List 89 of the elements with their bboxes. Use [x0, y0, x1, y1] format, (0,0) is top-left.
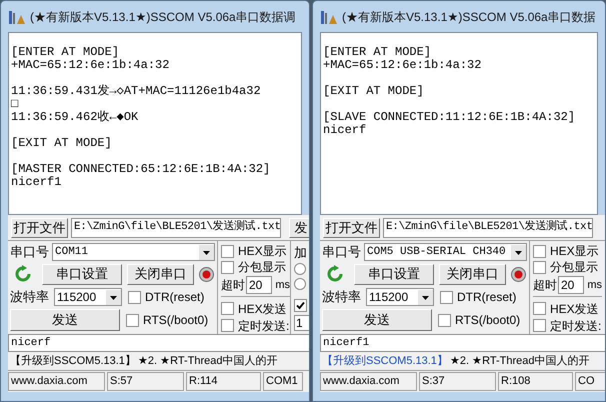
status-field: www.daxia.com	[8, 372, 105, 391]
open-file-button[interactable]: 打开文件	[323, 218, 380, 238]
timeout-field[interactable]: 20	[246, 276, 272, 294]
timeout-unit: ms	[587, 278, 602, 293]
status-field: www.daxia.com	[320, 372, 417, 391]
log-line: +MAC=65:12:6e:1b:4a:32	[11, 59, 170, 72]
upgrade-link[interactable]: 【升级到SSCOM5.13.1】	[10, 352, 136, 370]
port-label: 串口号	[10, 243, 50, 262]
log-line: [ENTER AT MODE]	[11, 46, 120, 59]
open-file-button[interactable]: 打开文件	[11, 218, 68, 238]
log-line: +MAC=65:12:6e:1b:4a:32	[323, 59, 482, 72]
app-icon	[8, 8, 26, 24]
close-port-button[interactable]: 关闭串口	[127, 264, 194, 284]
log-line: [SLAVE CONNECTED:11:12:6E:1B:4A:32]	[323, 111, 576, 124]
log-line: nicerf	[323, 124, 366, 137]
radio-button[interactable]	[294, 263, 306, 275]
file-path-field[interactable]: E:\ZminG\file\BLE5201\发送测试.txt	[71, 218, 281, 238]
port-dropdown[interactable]: COM11	[52, 243, 215, 261]
period-field[interactable]: 1	[294, 315, 309, 331]
send-button[interactable]: 发送	[10, 309, 120, 331]
group-label: 加	[294, 244, 308, 261]
checkbox-label: 定时发送:	[238, 318, 290, 334]
close-port-button[interactable]: 关闭串口	[439, 264, 506, 284]
checkbox[interactable]	[126, 314, 139, 326]
timeout-unit: ms	[275, 278, 290, 293]
news-ticker: ★2. ★RT-Thread中国人的开	[450, 354, 590, 369]
refresh-icon[interactable]	[326, 265, 344, 283]
checkbox[interactable]	[221, 244, 234, 258]
record-indicator-icon	[511, 266, 526, 282]
send-file-button[interactable]: 发	[289, 218, 309, 238]
status-field: COM1	[263, 372, 303, 391]
checkbox[interactable]	[533, 244, 546, 258]
checkbox[interactable]	[294, 299, 307, 312]
checkbox-label: HEX显示	[550, 243, 599, 260]
checkbox[interactable]	[221, 302, 234, 315]
app-icon	[320, 8, 338, 24]
port-settings-button[interactable]: 串口设置	[354, 264, 434, 284]
record-indicator-icon	[199, 266, 214, 282]
status-field: CO	[575, 372, 605, 391]
checkbox-label: DTR(reset)	[145, 289, 204, 306]
timeout-label: 超时	[221, 277, 245, 294]
log-line: □	[11, 98, 18, 111]
status-field: R:114	[186, 372, 261, 391]
checkbox-label: HEX显示	[238, 243, 287, 260]
send-button[interactable]: 发送	[322, 309, 432, 331]
checkbox-label: HEX发送	[238, 300, 287, 318]
status-field: S:37	[419, 372, 496, 391]
log-line: [ENTER AT MODE]	[323, 46, 432, 59]
checkbox-label: HEX发送	[550, 300, 599, 318]
send-input-field[interactable]: nicerf	[8, 334, 309, 352]
checkbox-label: DTR(reset)	[457, 289, 516, 306]
send-input-field[interactable]: nicerf1	[320, 334, 605, 352]
status-field: R:108	[498, 372, 573, 391]
log-line: [EXIT AT MODE]	[11, 137, 112, 150]
checkbox[interactable]	[533, 260, 546, 274]
checkbox-label: RTS(/boot0)	[455, 312, 520, 329]
log-line: [EXIT AT MODE]	[323, 85, 424, 98]
upgrade-link[interactable]: 【升级到SSCOM5.13.1】	[322, 352, 448, 370]
status-field: S:57	[107, 372, 184, 391]
baud-dropdown[interactable]: 115200	[54, 288, 122, 306]
log-line: 11:36:59.462收←◆OK	[11, 111, 138, 124]
checkbox[interactable]	[440, 290, 453, 304]
log-line: [MASTER CONNECTED:65:12:6E:1B:4A:32]	[11, 163, 270, 176]
checkbox[interactable]	[438, 314, 451, 326]
window-title: (★有新版本V5.13.1★)SSCOM V5.06a串口数据调	[30, 8, 296, 26]
checkbox[interactable]	[128, 290, 141, 304]
port-settings-button[interactable]: 串口设置	[42, 264, 122, 284]
timeout-field[interactable]: 20	[558, 276, 584, 294]
checkbox[interactable]	[221, 319, 234, 332]
baud-label: 波特率	[322, 288, 362, 306]
news-ticker: ★2. ★RT-Thread中国人的开	[138, 354, 278, 369]
checkbox-label: 定时发送:	[550, 318, 602, 334]
checkbox-label: RTS(/boot0)	[143, 312, 208, 329]
log-line: nicerf1	[11, 176, 62, 189]
port-label: 串口号	[322, 243, 362, 262]
window-title: (★有新版本V5.13.1★)SSCOM V5.06a串口数据	[342, 8, 596, 26]
log-line: 11:36:59.431发→◇AT+MAC=11126e1b4a32	[11, 85, 261, 98]
radio-button[interactable]	[294, 278, 306, 290]
timeout-label: 超时	[533, 277, 557, 294]
port-dropdown[interactable]: COM5 USB-SERIAL CH340	[364, 243, 527, 261]
refresh-icon[interactable]	[14, 265, 32, 283]
checkbox-label: 分包显示	[550, 259, 598, 276]
file-path-field[interactable]: E:\ZminG\file\BLE5201\发送测试.txt	[383, 218, 593, 238]
checkbox[interactable]	[221, 260, 234, 274]
checkbox[interactable]	[533, 302, 546, 315]
checkbox[interactable]	[533, 319, 546, 332]
baud-dropdown[interactable]: 115200	[366, 288, 434, 306]
checkbox-label: 分包显示	[238, 259, 286, 276]
baud-label: 波特率	[10, 288, 50, 306]
